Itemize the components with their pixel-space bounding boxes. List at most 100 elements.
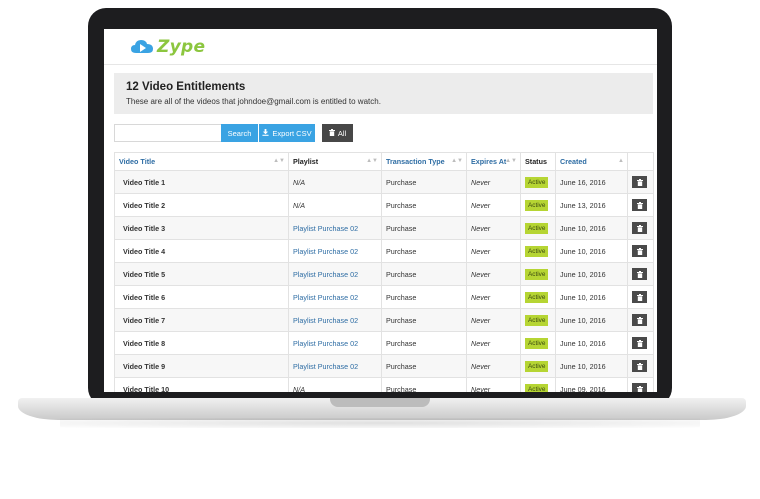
playlist-link[interactable]: Playlist Purchase 02	[293, 316, 358, 325]
playlist-cell: Playlist Purchase 02	[288, 285, 382, 309]
status-cell: Active	[520, 331, 556, 355]
playlist-link[interactable]: Playlist Purchase 02	[293, 270, 358, 279]
video-title-link[interactable]: Video Title 2	[114, 193, 289, 217]
sort-icon: ▲▼	[505, 158, 517, 164]
trash-icon	[328, 128, 335, 138]
column-header-expires-at[interactable]: Expires At ▲▼	[466, 152, 521, 171]
column-header-playlist[interactable]: Playlist ▲▼	[288, 152, 382, 171]
created-cell: June 09, 2016	[555, 377, 628, 392]
playlist-link[interactable]: Playlist Purchase 02	[293, 339, 358, 348]
playlist-link[interactable]: Playlist Purchase 02	[293, 247, 358, 256]
video-title-link[interactable]: Video Title 4	[114, 239, 289, 263]
transaction-type-cell: Purchase	[381, 262, 467, 286]
playlist-link[interactable]: Playlist Purchase 02	[293, 362, 358, 371]
status-badge: Active	[525, 199, 549, 211]
actions-cell	[627, 354, 654, 378]
playlist-link[interactable]: Playlist Purchase 02	[293, 224, 358, 233]
delete-entitlement-button[interactable]	[632, 337, 647, 349]
table-row: Video Title 7 Playlist Purchase 02 Purchas…	[114, 308, 654, 332]
playlist-cell: N/A	[288, 170, 382, 194]
laptop-shadow	[60, 418, 700, 428]
video-title-link[interactable]: Video Title 7	[114, 308, 289, 332]
column-header-video-title[interactable]: Video Title ▲▼	[114, 152, 289, 171]
column-header-transaction-type[interactable]: Transaction Type ▲▼	[381, 152, 467, 171]
transaction-type-cell: Purchase	[381, 216, 467, 240]
playlist-cell: N/A	[288, 377, 382, 393]
delete-entitlement-button[interactable]	[632, 199, 647, 211]
expires-at-cell: Never	[466, 377, 521, 392]
column-header-actions	[627, 152, 654, 171]
expires-at-cell: Never	[466, 308, 521, 332]
trash-icon	[636, 293, 643, 301]
download-icon	[262, 128, 269, 138]
status-badge: Active	[525, 245, 549, 257]
created-cell: June 10, 2016	[555, 216, 628, 240]
video-title-link[interactable]: Video Title 10	[114, 377, 289, 392]
video-title-link[interactable]: Video Title 3	[114, 216, 289, 240]
status-badge: Active	[525, 360, 549, 372]
expires-at-cell: Never	[466, 262, 521, 286]
playlist-cell: Playlist Purchase 02	[288, 216, 382, 240]
video-title-link[interactable]: Video Title 9	[114, 354, 289, 378]
transaction-type-cell: Purchase	[381, 308, 467, 332]
transaction-type-cell: Purchase	[381, 354, 467, 378]
status-badge: Active	[525, 314, 549, 326]
video-title-link[interactable]: Video Title 1	[114, 170, 289, 194]
status-badge: Active	[525, 291, 549, 303]
expires-at-cell: Never	[466, 285, 521, 309]
delete-entitlement-button[interactable]	[632, 360, 647, 372]
status-cell: Active	[520, 170, 556, 194]
video-title-link[interactable]: Video Title 6	[114, 285, 289, 309]
delete-entitlement-button[interactable]	[632, 383, 647, 392]
actions-cell	[627, 239, 654, 263]
table-row: Video Title 2 N/A Purchase Never Active June …	[114, 193, 654, 217]
table-row: Video Title 8 Playlist Purchase 02 Purchas…	[114, 331, 654, 355]
search-button[interactable]: Search	[221, 124, 258, 142]
expires-at-cell: Never	[466, 170, 521, 194]
column-header-status: Status	[520, 152, 556, 171]
actions-cell	[627, 193, 654, 217]
search-button-label: Search	[227, 128, 252, 138]
logo[interactable]: Zype	[130, 37, 205, 57]
delete-entitlement-button[interactable]	[632, 245, 647, 257]
delete-entitlement-button[interactable]	[632, 268, 647, 280]
expires-at-cell: Never	[466, 239, 521, 263]
expires-at-cell: Never	[466, 331, 521, 355]
trash-icon	[636, 201, 643, 209]
playlist-cell: Playlist Purchase 02	[288, 308, 382, 332]
actions-cell	[627, 170, 654, 194]
video-title-link[interactable]: Video Title 5	[114, 262, 289, 286]
cloud-play-icon	[130, 39, 154, 55]
delete-entitlement-button[interactable]	[632, 176, 647, 188]
trash-icon	[636, 178, 643, 186]
delete-entitlement-button[interactable]	[632, 222, 647, 234]
table-row: Video Title 9 Playlist Purchase 02 Purchas…	[114, 354, 654, 378]
playlist-text: N/A	[293, 384, 305, 393]
actions-cell	[627, 216, 654, 240]
table-row: Video Title 6 Playlist Purchase 02 Purchas…	[114, 285, 654, 309]
column-header-created[interactable]: Created ▲	[555, 152, 628, 171]
trash-icon	[636, 316, 643, 324]
playlist-cell: Playlist Purchase 02	[288, 354, 382, 378]
export-csv-button[interactable]: Export CSV	[259, 124, 315, 142]
video-title-link[interactable]: Video Title 8	[114, 331, 289, 355]
actions-cell	[627, 285, 654, 309]
actions-cell	[627, 308, 654, 332]
delete-all-button[interactable]: All	[322, 124, 353, 142]
delete-entitlement-button[interactable]	[632, 291, 647, 303]
transaction-type-cell: Purchase	[381, 239, 467, 263]
created-cell: June 10, 2016	[555, 308, 628, 332]
export-csv-label: Export CSV	[272, 128, 312, 138]
status-cell: Active	[520, 354, 556, 378]
sort-icon: ▲▼	[451, 158, 463, 164]
table-row: Video Title 10 N/A Purchase Never Active June…	[114, 377, 654, 393]
page-subtitle: These are all of the videos that johndoe…	[126, 97, 381, 106]
delete-entitlement-button[interactable]	[632, 314, 647, 326]
status-cell: Active	[520, 216, 556, 240]
playlist-cell: N/A	[288, 193, 382, 217]
created-cell: June 13, 2016	[555, 193, 628, 217]
actions-cell	[627, 331, 654, 355]
playlist-link[interactable]: Playlist Purchase 02	[293, 293, 358, 302]
search-input[interactable]	[114, 124, 222, 142]
expires-at-cell: Never	[466, 354, 521, 378]
